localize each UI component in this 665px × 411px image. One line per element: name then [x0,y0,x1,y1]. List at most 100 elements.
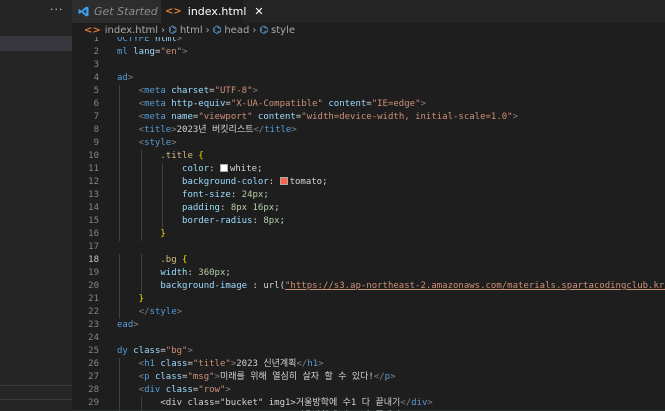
line-number: 12 [88,177,99,187]
code-editor[interactable]: 1 OCTYPE html> 2 ml lang="en"> 3 4 ad> 5 <meta c… [72,37,665,411]
code-text: } [160,229,166,239]
indent-guide [119,202,120,215]
breadcrumb-item[interactable]: style [271,25,295,36]
line-number: 27 [88,372,99,382]
code-line[interactable]: 24 [72,332,665,345]
code-text: OCTYPE html> [117,37,183,44]
color-swatch[interactable] [219,164,228,172]
close-icon[interactable]: ✕ [254,5,263,18]
code-text: ead> [117,320,139,330]
code-line[interactable]: 25 dy class="bg"> [72,345,665,358]
html-icon: <> [84,24,101,36]
code-line[interactable]: 1 OCTYPE html> [72,37,665,46]
code-line[interactable]: 27 <p class="msg">미래를 위해 열심히 살자 할 수 있다!</… [72,371,665,384]
code-line[interactable]: 2 ml lang="en"> [72,46,665,59]
line-number: 8 [93,125,99,135]
tab-get-started[interactable]: Get Started [72,0,161,23]
tag-icon: ⌬ [212,24,222,36]
code-line[interactable]: 29 <div class="bucket" img1>거울방학에 수1 다 끝내… [72,397,665,410]
indent-guide [119,98,120,111]
line-number: 4 [93,73,99,83]
more-actions-button[interactable]: ··· [50,3,64,16]
line-number: 2 [93,47,99,57]
indent-guide [119,85,120,98]
code-line[interactable]: 6 <meta http-equiv="X-UA-Compatible" cont… [72,98,665,111]
code-line[interactable]: 7 <meta name="viewport" content="width=de… [72,111,665,124]
code-line[interactable]: 20 background-image : url("https://s3.ap-… [72,280,665,293]
indent-guide [162,163,164,176]
breadcrumb-item[interactable]: head [224,25,249,36]
tag-icon: ⌬ [259,24,269,36]
code-text: background-image : url("https://s3.ap-no… [160,281,665,291]
line-number: 3 [93,60,99,70]
code-line[interactable]: 23 ead> [72,319,665,332]
line-number: 22 [88,307,99,317]
indent-guide [162,176,164,189]
code-line[interactable]: 21} [72,293,665,306]
code-text: padding: 8px 16px; [182,203,280,213]
tab-label: index.html [187,5,247,18]
code-line[interactable]: 5 <meta charset="UTF-8"> [72,85,665,98]
code-line[interactable]: 15 border-radius: 8px; [72,215,665,228]
indent-guide [162,202,164,215]
code-line[interactable]: 4 ad> [72,72,665,85]
code-line[interactable]: 28 <div class="row"> [72,384,665,397]
indent-guide [119,111,120,124]
vscode-icon [78,6,89,17]
code-text: .bg { [160,255,188,265]
indent-guide [119,176,120,189]
line-number: 26 [88,359,99,369]
code-text: <h1 class="title">2023 신년계획</h1> [138,359,324,369]
line-number: 14 [88,203,99,213]
code-line[interactable]: 13 font-size: 24px; [72,189,665,202]
line-number: 10 [88,151,99,161]
explorer-selected-row[interactable] [0,36,72,51]
line-number: 19 [88,268,99,278]
code-line[interactable]: 8 <title>2023년 버킷리스트</title> [72,124,665,137]
chevron-right-icon: › [252,24,257,36]
indent-guide [119,124,120,137]
indent-guide [162,189,164,202]
code-line[interactable]: 22 </style> [72,306,665,319]
code-text: <div class="row"> [138,385,231,395]
breadcrumb-item[interactable]: html [180,25,203,36]
line-number: 16 [88,229,99,239]
line-number: 9 [93,138,99,148]
tag-icon: ⌬ [168,24,177,36]
line-number: 28 [88,385,99,395]
code-line[interactable]: 11 color: white; [72,163,665,176]
code-text: ad> [117,73,134,83]
code-line[interactable]: 10 .title { [72,150,665,163]
line-number: 23 [88,320,99,330]
code-line[interactable]: 18 .bg { [72,254,665,267]
code-text: <meta name="viewport" content="width=dev… [138,112,519,122]
code-text: <style> [138,138,177,148]
color-swatch[interactable] [279,177,288,185]
code-text: <meta charset="UTF-8"> [138,86,258,96]
indent-guide [140,267,142,280]
code-line[interactable]: 17 [72,241,665,254]
code-line[interactable]: 26 <h1 class="title">2023 신년계획</h1> [72,358,665,371]
code-line[interactable]: 12 background-color: tomato; [72,176,665,189]
line-number: 7 [93,112,99,122]
tab-index-html[interactable]: <> index.html ✕ [161,0,264,23]
breadcrumb-file[interactable]: index.html [105,25,158,36]
indent-guide [119,267,120,280]
indent-guide [119,137,120,150]
indent-guide [119,358,120,371]
indent-guide [119,384,120,397]
indent-guide [140,280,142,293]
code-line[interactable]: 16} [72,228,665,241]
line-number: 17 [88,242,99,252]
indent-guide [119,371,120,384]
line-number: 20 [88,281,99,291]
line-number: 25 [88,346,99,356]
code-line[interactable]: 19 width: 360px; [72,267,665,280]
code-line[interactable]: 9 <style> [72,137,665,150]
code-line[interactable]: 3 [72,59,665,72]
indent-guide [140,189,142,202]
indent-guide [119,254,120,267]
code-line[interactable]: 14 padding: 8px 16px; [72,202,665,215]
indent-guide [119,163,120,176]
line-number: 21 [88,294,99,304]
